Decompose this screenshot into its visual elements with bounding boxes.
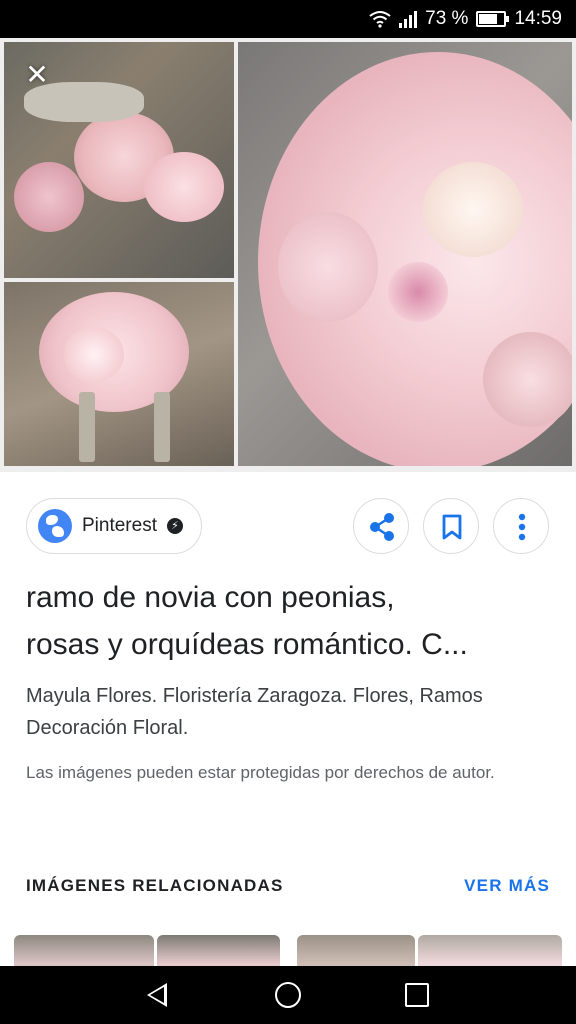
- share-icon: [370, 513, 394, 541]
- flower-shape: [14, 162, 84, 232]
- related-images-heading: IMÁGENES RELACIONADAS: [26, 876, 284, 895]
- system-navigation-bar: [0, 966, 576, 1024]
- flower-shape: [154, 392, 170, 462]
- related-image-thumbnail[interactable]: [297, 935, 415, 966]
- status-bar: 73 % 14:59: [0, 0, 576, 38]
- close-button[interactable]: ✕: [20, 58, 54, 92]
- home-button[interactable]: [275, 982, 301, 1008]
- more-vert-icon: [518, 513, 526, 541]
- recent-apps-button[interactable]: [405, 983, 429, 1007]
- signal-icon: [399, 10, 418, 28]
- flower-shape: [144, 152, 224, 222]
- amp-lightning-icon: ⚡: [166, 518, 183, 534]
- related-image-thumbnail[interactable]: [14, 935, 154, 966]
- see-more-link[interactable]: VER MÁS: [464, 876, 550, 896]
- related-image-thumbnail[interactable]: [157, 935, 280, 966]
- preview-image-main[interactable]: [238, 42, 572, 466]
- result-description: Mayula Flores. Floristería Zaragoza. Flo…: [26, 685, 483, 739]
- flower-shape: [64, 327, 124, 382]
- result-title-line-2: rosas y orquídeas romántico. C...: [26, 628, 468, 661]
- flower-shape: [483, 332, 572, 427]
- flower-shape: [278, 212, 378, 322]
- back-button[interactable]: [147, 983, 167, 1007]
- source-name: Pinterest: [82, 515, 157, 536]
- status-indicators: 73 % 14:59: [369, 8, 562, 30]
- copyright-notice: Las imágenes pueden estar protegidas por…: [26, 763, 495, 782]
- flower-shape: [388, 262, 448, 322]
- preview-image-bottom-left[interactable]: [4, 282, 234, 466]
- save-button[interactable]: [423, 498, 479, 554]
- source-row: Pinterest ⚡: [0, 498, 576, 556]
- clock: 14:59: [514, 8, 562, 29]
- battery-percent: 73 %: [425, 8, 469, 29]
- share-button[interactable]: [353, 498, 409, 554]
- flower-shape: [79, 392, 95, 462]
- result-title[interactable]: ramo de novia con peonias, rosas y orquí…: [26, 574, 556, 668]
- source-chip[interactable]: Pinterest ⚡: [26, 498, 202, 554]
- bookmark-icon: [442, 514, 462, 540]
- battery-icon: [476, 11, 510, 27]
- related-image-thumbnail[interactable]: [418, 935, 562, 966]
- globe-icon: [38, 509, 72, 543]
- related-images-strip: [0, 935, 576, 966]
- battery-level: [479, 14, 498, 24]
- result-title-line-1: ramo de novia con peonias,: [26, 581, 395, 614]
- wifi-icon: [369, 11, 391, 28]
- image-preview[interactable]: ✕: [0, 38, 576, 472]
- more-options-button[interactable]: [493, 498, 549, 554]
- flower-shape: [423, 162, 523, 257]
- close-icon: ✕: [25, 59, 49, 90]
